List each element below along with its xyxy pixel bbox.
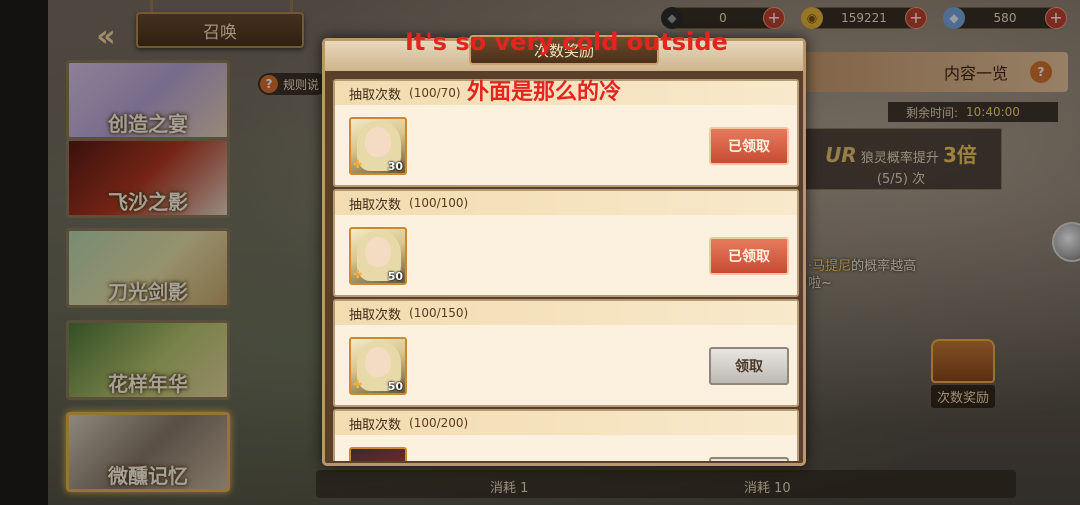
fragment-icon: ✤ (353, 268, 363, 281)
claimed-button[interactable]: 已领取 (709, 127, 789, 165)
reward-item[interactable] (349, 447, 407, 461)
claim-button[interactable]: 领取 (709, 347, 789, 385)
reward-qty: 50 (387, 380, 403, 393)
row-progress: (100/100) (409, 196, 469, 210)
reward-row: 抽取次数 (100/150) ✤ 50 领取 (333, 299, 799, 407)
character-face (365, 347, 391, 377)
character-face (365, 127, 391, 157)
reward-qty: 30 (387, 160, 403, 173)
row-label: 抽取次数 (349, 87, 402, 103)
reward-list[interactable]: 抽取次数 (100/70) ✤ 30 已领取 抽取次数 (100/100) ✤ … (333, 79, 799, 461)
claim-button[interactable] (709, 457, 789, 461)
row-label: 抽取次数 (349, 417, 402, 433)
row-header: 抽取次数 (100/150) (335, 301, 797, 325)
caption-english: It's so very cold outside (405, 28, 728, 56)
fragment-icon: ✤ (353, 158, 363, 171)
reward-item[interactable]: ✤ 50 (349, 337, 407, 395)
caption-chinese: 外面是那么的冷 (467, 80, 622, 105)
reward-item[interactable]: ✤ 30 (349, 117, 407, 175)
reward-qty: 50 (387, 270, 403, 283)
row-label: 抽取次数 (349, 197, 402, 213)
row-header: 抽取次数 (100/100) (335, 191, 797, 215)
reward-row: 抽取次数 (100/200) (333, 409, 799, 461)
row-progress: (100/150) (409, 306, 469, 320)
reward-item[interactable]: ✤ 50 (349, 227, 407, 285)
character-face (365, 237, 391, 267)
claimed-button[interactable]: 已领取 (709, 237, 789, 275)
row-progress: (100/70) (409, 86, 461, 100)
fragment-icon: ✤ (353, 378, 363, 391)
screen-edge (0, 0, 48, 505)
reward-row: 抽取次数 (100/100) ✤ 50 已领取 (333, 189, 799, 297)
row-label: 抽取次数 (349, 307, 402, 323)
row-progress: (100/200) (409, 416, 469, 430)
row-header: 抽取次数 (100/200) (335, 411, 797, 435)
